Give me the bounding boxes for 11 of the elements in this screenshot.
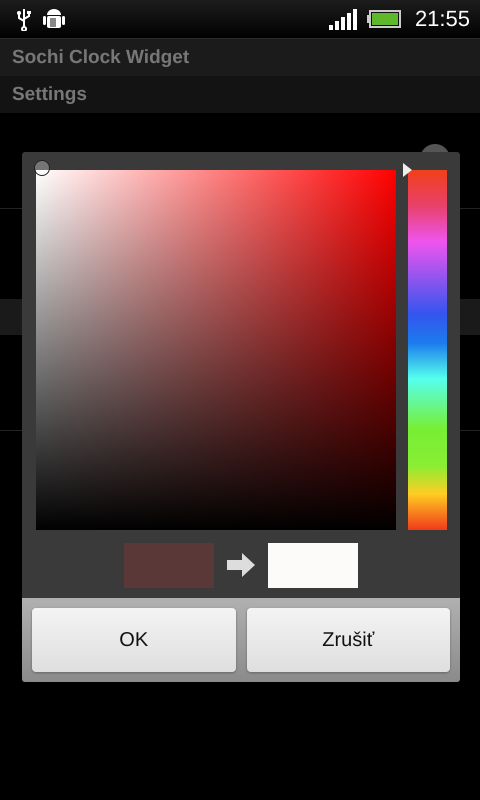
app-title: Sochi Clock Widget [12,46,190,68]
clock-time: 21:55 [414,6,470,32]
battery-icon [366,10,401,28]
picker-cursor[interactable] [34,160,50,176]
screen-subtitle: Settings [12,84,87,106]
signal-icon [328,8,357,30]
dialog-button[interactable]: OK [32,608,236,672]
hue-pointer[interactable] [403,163,412,177]
dialog-button[interactable]: Zrušiť [246,608,450,672]
usb-icon [16,7,32,31]
arrow-icon [227,553,255,577]
